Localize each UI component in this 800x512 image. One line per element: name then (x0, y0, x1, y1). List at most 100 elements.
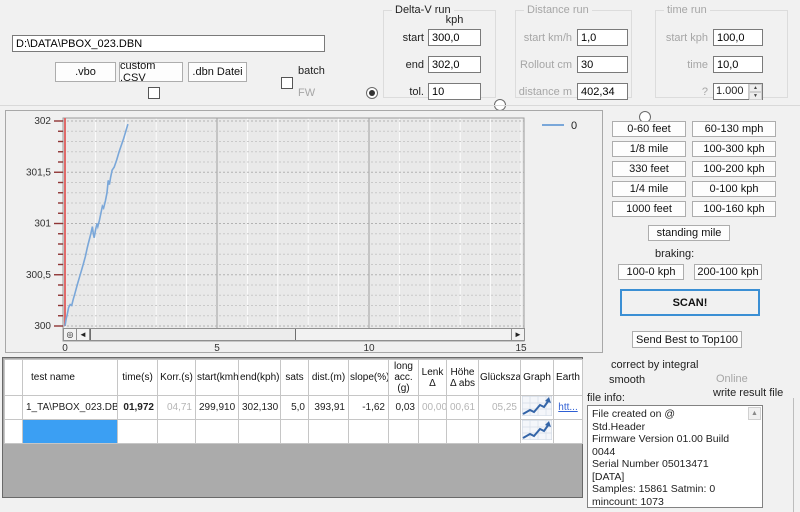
standing-mile-button[interactable]: standing mile (648, 225, 730, 241)
vbo-button[interactable]: .vbo (55, 62, 116, 82)
result-100-160-kph-button[interactable]: 100-160 kph (692, 201, 776, 217)
time-run-title: time run (664, 4, 710, 16)
file-info-scroll-up-icon[interactable]: ▲ (748, 407, 761, 420)
chart-plot-area[interactable]: 300300,5301301,53020510150 (6, 111, 604, 354)
batch-label: batch (298, 65, 325, 77)
empty-cell[interactable] (158, 420, 196, 444)
q-spinner[interactable]: 1.000 ▲ ▼ (713, 83, 763, 100)
delta-v-mode-radio[interactable] (366, 87, 378, 99)
rollout-input[interactable] (577, 56, 628, 73)
delta-start-input[interactable] (428, 29, 481, 46)
glueckszahl-cell[interactable]: 05,25 (479, 396, 521, 420)
write-result-file-label: write result file (713, 387, 783, 399)
row-header-cell[interactable] (5, 396, 23, 420)
lenk-cell[interactable]: 00,00 (419, 396, 447, 420)
spinner-down-icon[interactable]: ▼ (749, 92, 762, 100)
row-header-cell[interactable] (5, 420, 23, 444)
custom-csv-button[interactable]: custom .CSV (119, 62, 183, 82)
empty-cell[interactable] (447, 420, 479, 444)
graph-icon (522, 396, 552, 416)
rollout-label: Rollout cm (518, 59, 572, 71)
chart-scroll-right-icon[interactable]: ► (511, 329, 524, 340)
empty-cell[interactable] (118, 420, 158, 444)
col-time: time(s) (118, 360, 158, 396)
col-lenk: Lenk Δ (419, 360, 447, 396)
time-label: time (660, 59, 708, 71)
empty-cell[interactable] (349, 420, 389, 444)
right-edge-divider (793, 398, 794, 512)
result-1000-feet-button[interactable]: 1000 feet (612, 201, 686, 217)
chart-scrollbar[interactable]: ◎ ◄ ► (63, 328, 525, 341)
scan-button[interactable]: SCAN! (620, 289, 760, 316)
batch-checkbox[interactable] (281, 77, 293, 89)
graph-cell[interactable] (521, 396, 554, 420)
spinner-up-icon[interactable]: ▲ (749, 84, 762, 92)
earth-link[interactable]: htt... (558, 402, 577, 413)
selected-test-name-cell[interactable] (23, 420, 118, 444)
result-0-60-feet-button[interactable]: 0-60 feet (612, 121, 686, 137)
results-table: test name time(s) Korr.(s) start(kmh) en… (2, 357, 583, 498)
distance-m-input[interactable] (577, 83, 628, 100)
chart-scroll-track[interactable] (296, 329, 511, 340)
col-dist: dist.(m) (309, 360, 349, 396)
col-sats: sats (281, 360, 309, 396)
time-start-input[interactable] (713, 29, 763, 46)
time-input[interactable] (713, 56, 763, 73)
sats-cell[interactable]: 5,0 (281, 396, 309, 420)
empty-cell[interactable] (309, 420, 349, 444)
empty-cell[interactable] (419, 420, 447, 444)
korr-cell[interactable]: 04,71 (158, 396, 196, 420)
q-spinner-value: 1.000 (714, 84, 748, 99)
chart-zoom-reset-icon[interactable]: ◎ (64, 329, 77, 340)
csv-option-checkbox[interactable] (148, 87, 160, 99)
delta-end-input[interactable] (428, 56, 481, 73)
result-1-4-mile-button[interactable]: 1/4 mile (612, 181, 686, 197)
chart-scroll-left-icon[interactable]: ◄ (77, 329, 90, 340)
col-glueckszahl: Glücksza (479, 360, 521, 396)
graph-cell[interactable] (521, 420, 554, 444)
col-test-name: test name (23, 360, 118, 396)
table-row (5, 420, 583, 444)
result-60-130-mph-button[interactable]: 60-130 mph (692, 121, 776, 137)
col-korr: Korr.(s) (158, 360, 196, 396)
long-acc-cell[interactable]: 0,03 (389, 396, 419, 420)
empty-cell[interactable] (239, 420, 281, 444)
col-end: end(kph) (239, 360, 281, 396)
result-100-300-kph-button[interactable]: 100-300 kph (692, 141, 776, 157)
distance-start-input[interactable] (577, 29, 628, 46)
start-cell[interactable]: 299,910 (196, 396, 239, 420)
braking-200-100-button[interactable]: 200-100 kph (694, 264, 762, 280)
dist-cell[interactable]: 393,91 (309, 396, 349, 420)
empty-cell[interactable] (479, 420, 521, 444)
distance-run-title: Distance run (524, 4, 592, 16)
speed-chart[interactable]: 300300,5301301,53020510150 ◎ ◄ ► (5, 110, 603, 353)
file-info-box[interactable]: File created on @ Std.Header Firmware Ve… (587, 405, 763, 508)
test-name-cell[interactable]: 1_TA\PBOX_023.DBN (23, 396, 118, 420)
empty-cell[interactable] (389, 420, 419, 444)
hoehe-cell[interactable]: 00,61 (447, 396, 479, 420)
col-start: start(kmh) (196, 360, 239, 396)
slope-cell[interactable]: -1,62 (349, 396, 389, 420)
file-path-input[interactable] (12, 35, 325, 52)
end-cell[interactable]: 302,130 (239, 396, 281, 420)
chart-scroll-thumb[interactable] (90, 329, 296, 340)
dbn-datei-button[interactable]: .dbn Datei (188, 62, 247, 82)
empty-cell[interactable] (554, 420, 583, 444)
svg-text:300,5: 300,5 (26, 270, 51, 281)
empty-cell[interactable] (196, 420, 239, 444)
empty-cell[interactable] (281, 420, 309, 444)
result-100-200-kph-button[interactable]: 100-200 kph (692, 161, 776, 177)
result-330-feet-button[interactable]: 330 feet (612, 161, 686, 177)
top-separator (0, 105, 800, 106)
svg-text:5: 5 (214, 343, 220, 354)
send-best-to-top100-button[interactable]: Send Best to Top100 (632, 331, 742, 348)
svg-text:301: 301 (34, 219, 51, 230)
time-cell[interactable]: 01,972 (118, 396, 158, 420)
result-0-100-kph-button[interactable]: 0-100 kph (692, 181, 776, 197)
correct-by-integral-label: correct by integral (611, 359, 698, 371)
braking-100-0-button[interactable]: 100-0 kph (618, 264, 684, 280)
tol-label: tol. (390, 86, 424, 98)
result-1-8-mile-button[interactable]: 1/8 mile (612, 141, 686, 157)
braking-label: braking: (655, 248, 694, 260)
delta-tol-input[interactable] (428, 83, 481, 100)
